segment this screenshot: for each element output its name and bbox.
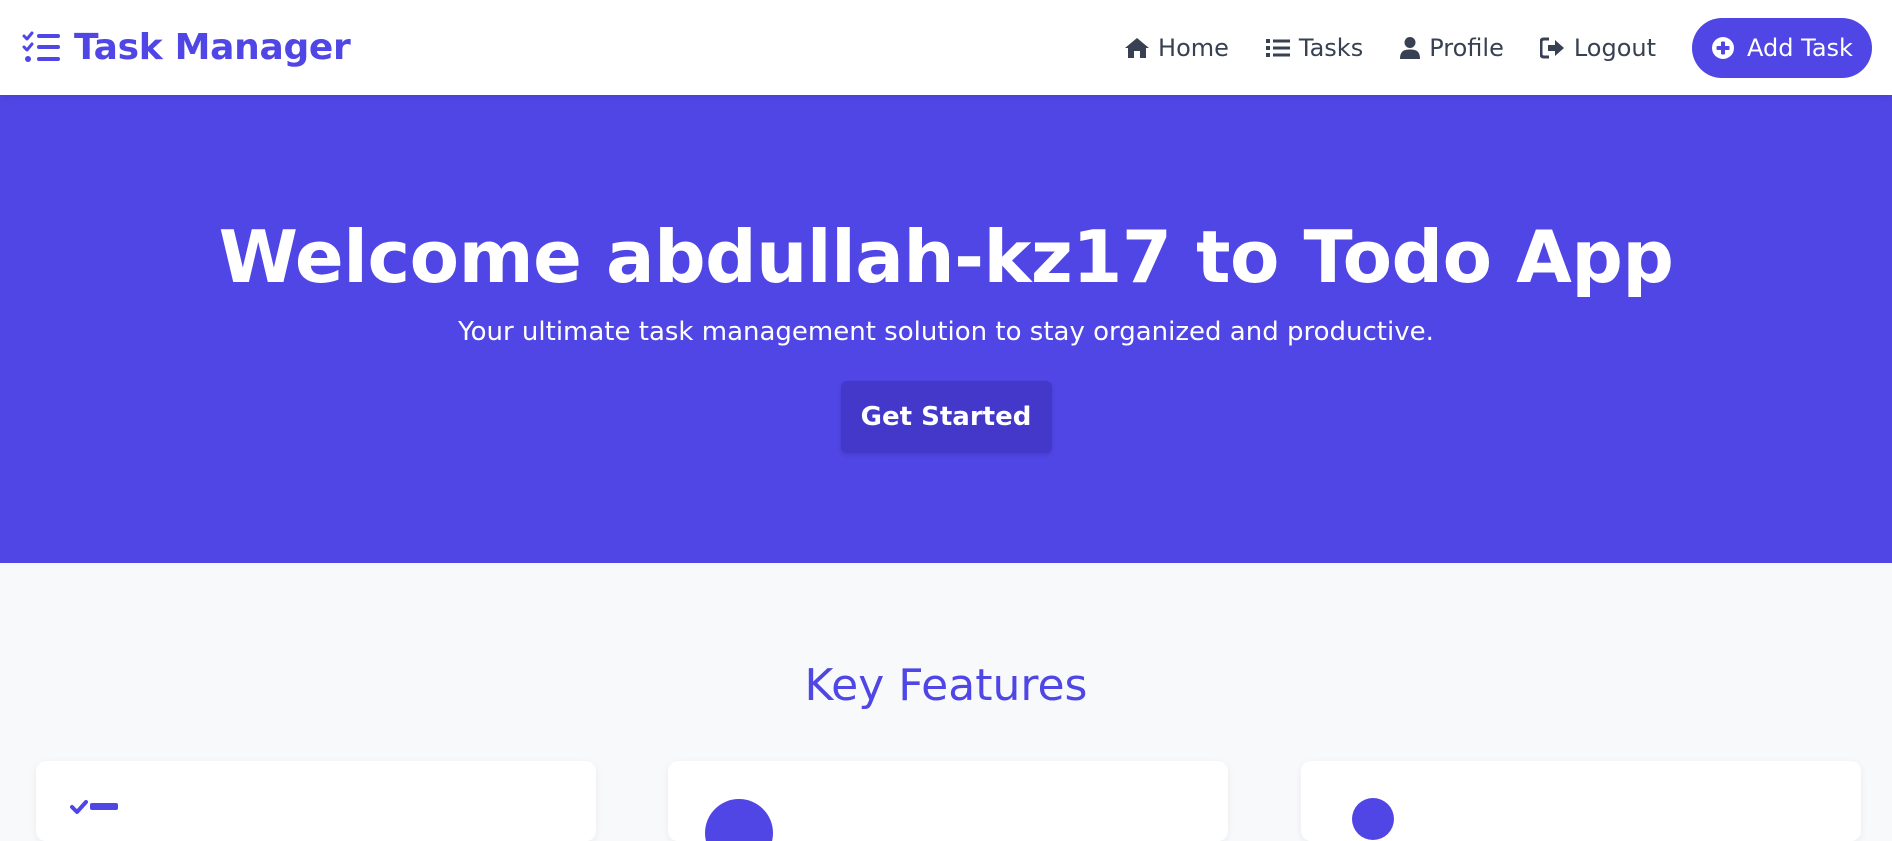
navbar: Task Manager Home Tasks Profile Logout A… xyxy=(0,0,1892,95)
nav-link-label: Logout xyxy=(1573,33,1656,62)
add-task-button[interactable]: Add Task xyxy=(1692,17,1872,78)
task-list-icon xyxy=(70,800,118,814)
circle-icon xyxy=(705,799,773,841)
feature-card xyxy=(1301,761,1861,841)
nav-link-home[interactable]: Home xyxy=(1124,34,1229,62)
feature-card xyxy=(36,761,596,841)
add-task-label: Add Task xyxy=(1747,33,1853,62)
nav-link-label: Profile xyxy=(1429,33,1504,62)
feature-card xyxy=(668,761,1228,841)
nav-link-profile[interactable]: Profile xyxy=(1399,34,1504,62)
user-icon xyxy=(1352,798,1394,840)
features-title: Key Features xyxy=(804,660,1088,711)
logout-icon xyxy=(1539,37,1564,58)
brand[interactable]: Task Manager xyxy=(22,27,351,68)
get-started-button[interactable]: Get Started xyxy=(840,381,1052,453)
nav-link-label: Home xyxy=(1158,33,1229,62)
user-icon xyxy=(1400,36,1421,59)
hero-title: Welcome abdullah-kz17 to Todo App xyxy=(218,215,1674,299)
home-icon xyxy=(1125,37,1150,58)
hero-subtitle: Your ultimate task management solution t… xyxy=(458,317,1434,347)
nav-link-tasks[interactable]: Tasks xyxy=(1265,34,1363,62)
list-icon xyxy=(1265,38,1290,57)
nav-link-label: Tasks xyxy=(1298,33,1364,62)
nav-links: Home Tasks Profile Logout Add Task xyxy=(1088,17,1872,78)
brand-title: Task Manager xyxy=(74,27,351,68)
task-list-icon xyxy=(22,31,60,62)
nav-link-logout[interactable]: Logout xyxy=(1539,33,1656,62)
plus-circle-icon xyxy=(1712,36,1735,59)
hero-section: Welcome abdullah-kz17 to Todo App Your u… xyxy=(0,95,1892,563)
